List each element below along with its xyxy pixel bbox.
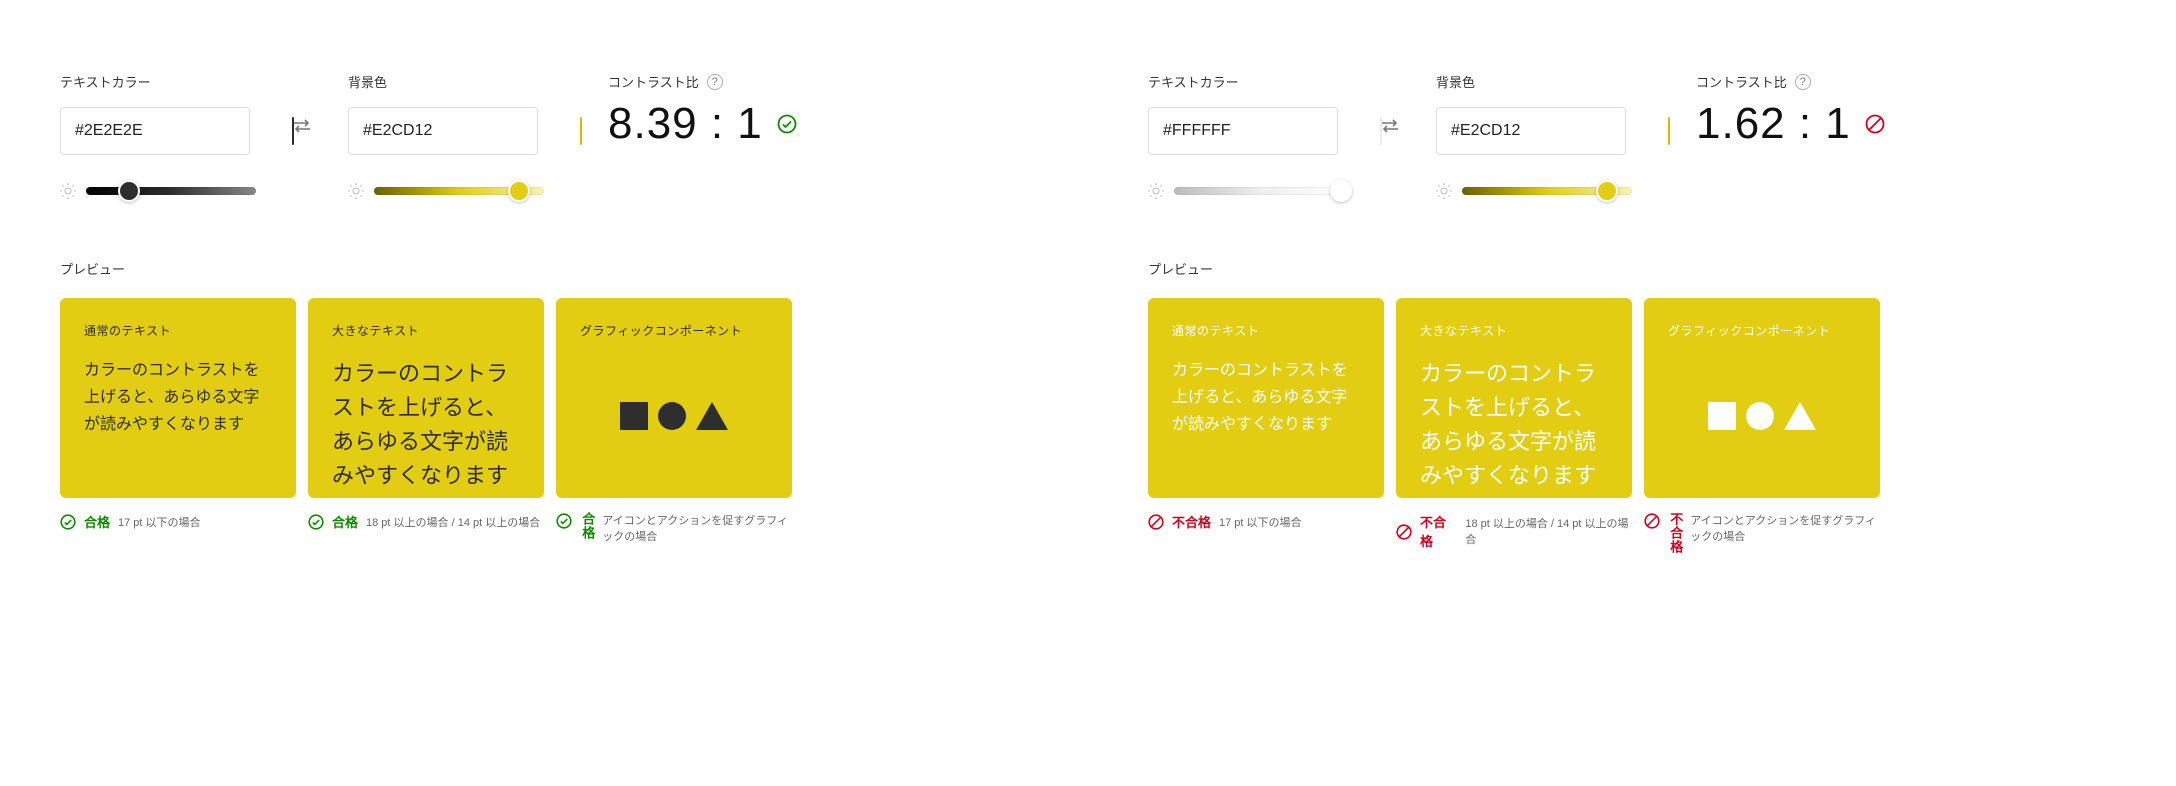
prohibited-icon [1148, 514, 1164, 530]
preview-label: プレビュー [60, 259, 1028, 278]
verdict-text: 合格 [332, 512, 358, 531]
card-title: 通常のテキスト [1172, 322, 1360, 339]
verdict-note: 18 pt 以上の場合 / 14 pt 以上の場合 [1465, 515, 1632, 547]
sample-text-large: カラーのコントラストを上げると、あらゆる文字が読みやすくなります [332, 357, 520, 493]
brightness-icon [348, 183, 364, 199]
card-title: 大きなテキスト [1420, 322, 1608, 339]
bg-color-control: 背景色 [1436, 72, 1632, 199]
ratio-value: 8.39 : 1 [608, 99, 763, 149]
preview-card-normal: 通常のテキスト カラーのコントラストを上げると、あらゆる文字が読みやすくなります [1148, 298, 1384, 498]
verdict-text: 不合格 [1172, 512, 1211, 531]
triangle-icon [696, 402, 728, 430]
ratio-label: コントラスト比 [608, 72, 699, 91]
brightness-icon [1148, 183, 1164, 199]
ratio-value: 1.62 : 1 [1696, 99, 1851, 149]
bg-lightness-slider[interactable] [1462, 187, 1632, 195]
prohibited-icon [1644, 513, 1660, 529]
contrast-ratio-display: コントラスト比 ? 8.39 : 1 [608, 72, 797, 149]
preview-card-large: 大きなテキスト カラーのコントラストを上げると、あらゆる文字が読みやすくなります [1396, 298, 1632, 498]
swap-colors-button[interactable] [1368, 104, 1412, 148]
bg-color-field[interactable] [348, 107, 538, 155]
check-circle-icon [308, 514, 324, 530]
text-lightness-slider[interactable] [86, 187, 256, 195]
card-title: 大きなテキスト [332, 322, 520, 339]
text-color-label: テキストカラー [60, 72, 256, 91]
preview-label: プレビュー [1148, 259, 2116, 278]
bg-color-control: 背景色 [348, 72, 544, 199]
contrast-panel-left: テキストカラー 背景色 [0, 0, 1088, 786]
text-color-input[interactable] [75, 122, 282, 140]
card-title: グラフィックコンポーネント [580, 322, 768, 339]
text-color-input[interactable] [1163, 122, 1370, 140]
text-lightness-slider[interactable] [1174, 187, 1344, 195]
triangle-icon [1784, 402, 1816, 430]
text-color-control: テキストカラー [60, 72, 256, 199]
text-color-field[interactable] [60, 107, 250, 155]
preview-card-graphic: グラフィックコンポーネント [556, 298, 792, 498]
verdict-text: 不合格 [1668, 512, 1682, 554]
verdict-note: 17 pt 以下の場合 [1219, 514, 1302, 530]
help-icon[interactable]: ? [1795, 74, 1811, 90]
prohibited-icon [1865, 114, 1885, 134]
ratio-label: コントラスト比 [1696, 72, 1787, 91]
bg-color-input[interactable] [1451, 122, 1658, 140]
bg-color-input[interactable] [363, 122, 570, 140]
bg-lightness-slider[interactable] [374, 187, 544, 195]
bg-color-label: 背景色 [1436, 72, 1632, 91]
square-icon [1708, 402, 1736, 430]
sample-text-small: カラーのコントラストを上げると、あらゆる文字が読みやすくなります [84, 357, 272, 439]
text-color-label: テキストカラー [1148, 72, 1344, 91]
bg-color-field[interactable] [1436, 107, 1626, 155]
brightness-icon [1436, 183, 1452, 199]
verdict-text: 合格 [84, 512, 110, 531]
check-circle-icon [60, 514, 76, 530]
circle-icon [658, 402, 686, 430]
verdict-note: 17 pt 以下の場合 [118, 514, 201, 530]
bg-color-swatch[interactable] [1668, 117, 1670, 145]
bg-color-swatch[interactable] [580, 117, 582, 145]
verdict-note: 18 pt 以上の場合 / 14 pt 以上の場合 [366, 514, 540, 530]
card-title: 通常のテキスト [84, 322, 272, 339]
verdict-text: 合格 [580, 512, 594, 540]
sample-text-large: カラーのコントラストを上げると、あらゆる文字が読みやすくなります [1420, 357, 1608, 493]
check-circle-icon [777, 114, 797, 134]
check-circle-icon [556, 513, 572, 529]
verdict-text: 不合格 [1420, 512, 1457, 550]
preview-card-large: 大きなテキスト カラーのコントラストを上げると、あらゆる文字が読みやすくなります [308, 298, 544, 498]
text-color-field[interactable] [1148, 107, 1338, 155]
contrast-ratio-display: コントラスト比 ? 1.62 : 1 [1696, 72, 1885, 149]
square-icon [620, 402, 648, 430]
brightness-icon [60, 183, 76, 199]
bg-color-label: 背景色 [348, 72, 544, 91]
circle-icon [1746, 402, 1774, 430]
help-icon[interactable]: ? [707, 74, 723, 90]
verdict-note: アイコンとアクションを促すグラフィックの場合 [602, 512, 792, 544]
sample-text-small: カラーのコントラストを上げると、あらゆる文字が読みやすくなります [1172, 357, 1360, 439]
text-color-control: テキストカラー [1148, 72, 1344, 199]
swap-colors-button[interactable] [280, 104, 324, 148]
verdict-note: アイコンとアクションを促すグラフィックの場合 [1690, 512, 1880, 544]
preview-card-graphic: グラフィックコンポーネント [1644, 298, 1880, 498]
preview-card-normal: 通常のテキスト カラーのコントラストを上げると、あらゆる文字が読みやすくなります [60, 298, 296, 498]
contrast-panel-right: テキストカラー 背景色 [1088, 0, 2176, 786]
prohibited-icon [1396, 524, 1412, 540]
card-title: グラフィックコンポーネント [1668, 322, 1856, 339]
